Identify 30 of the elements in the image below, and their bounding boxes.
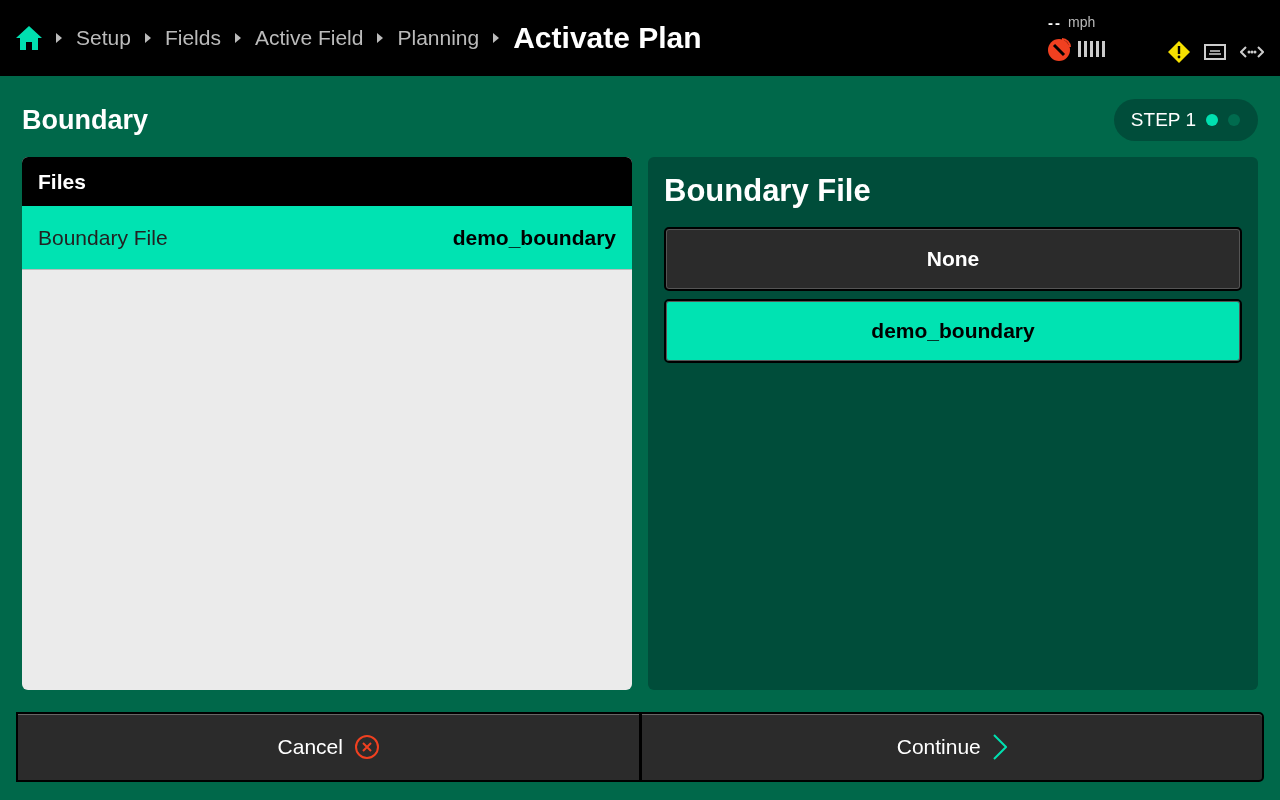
option-button[interactable]: demo_boundary bbox=[664, 299, 1242, 363]
close-icon bbox=[354, 735, 379, 759]
row-value: demo_boundary bbox=[452, 225, 616, 250]
chevron-icon bbox=[144, 33, 151, 43]
speed-value: -- bbox=[1048, 13, 1062, 31]
step-label: STEP 1 bbox=[1130, 109, 1196, 131]
signal-bars-icon bbox=[1078, 40, 1106, 57]
panel-title: Boundary File bbox=[664, 173, 872, 209]
warning-icon[interactable] bbox=[1168, 41, 1190, 63]
chevron-icon bbox=[56, 33, 62, 43]
file-row[interactable]: Boundary File demo_boundary bbox=[22, 206, 632, 270]
chevron-icon bbox=[377, 33, 384, 43]
panel-heading: Files bbox=[38, 169, 86, 194]
breadcrumb-link[interactable]: Active Field bbox=[254, 26, 364, 50]
breadcrumb-link[interactable]: Setup bbox=[76, 26, 131, 50]
continue-button[interactable]: Continue bbox=[640, 712, 1264, 782]
connection-icon[interactable] bbox=[1240, 45, 1264, 59]
cancel-button[interactable]: Cancel bbox=[16, 712, 641, 782]
option-button[interactable]: None bbox=[664, 227, 1242, 291]
breadcrumb-link[interactable]: Planning bbox=[397, 26, 480, 50]
breadcrumb-link[interactable]: Fields bbox=[164, 26, 221, 50]
row-label: Boundary File bbox=[38, 225, 168, 250]
speed-unit: mph bbox=[1068, 14, 1096, 30]
chevron-icon bbox=[493, 33, 500, 43]
display-icon[interactable] bbox=[1204, 44, 1226, 60]
section-title: Boundary bbox=[22, 104, 148, 136]
chevron-icon bbox=[234, 33, 241, 43]
page-title: Activate Plan bbox=[513, 21, 702, 55]
home-icon[interactable] bbox=[16, 26, 42, 50]
chevron-right-icon bbox=[992, 734, 1007, 760]
